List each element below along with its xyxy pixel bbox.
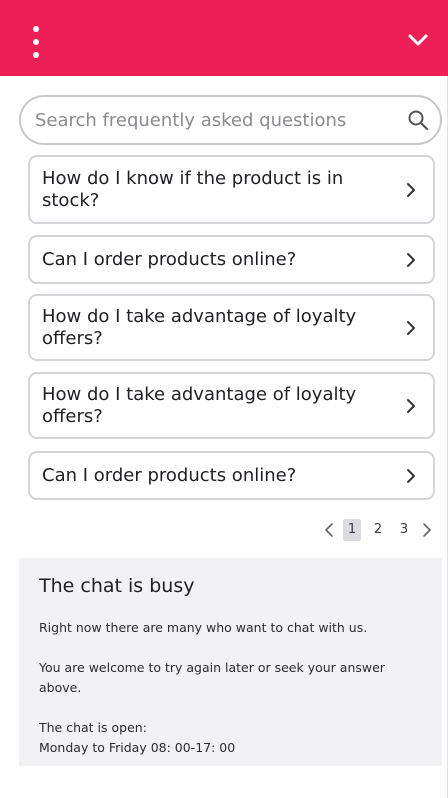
chat-hours-label: The chat is open: bbox=[39, 720, 147, 735]
chevron-right-icon bbox=[407, 468, 415, 483]
faq-question: How do I take advantage of loyalty offer… bbox=[42, 305, 357, 349]
faq-question: Can I order products online? bbox=[42, 248, 297, 270]
more-menu-button[interactable] bbox=[22, 24, 50, 60]
more-vertical-icon-dot bbox=[33, 52, 39, 58]
chat-status-message: Right now there are many who want to cha… bbox=[39, 620, 368, 635]
page-1[interactable]: 1 bbox=[343, 519, 361, 541]
chat-status-title: The chat is busy bbox=[39, 575, 195, 597]
chevron-left-icon[interactable] bbox=[323, 521, 335, 539]
page-3[interactable]: 3 bbox=[395, 519, 413, 541]
chevron-right-icon bbox=[407, 398, 415, 413]
faq-item[interactable]: How do I take advantage of loyalty offer… bbox=[28, 372, 435, 439]
pagination: 1 2 3 bbox=[323, 516, 433, 544]
chevron-right-icon bbox=[407, 320, 415, 335]
search-icon[interactable] bbox=[406, 108, 430, 132]
chevron-right-icon[interactable] bbox=[421, 521, 433, 539]
faq-item[interactable]: Can I order products online? bbox=[28, 235, 435, 284]
more-vertical-icon-dot bbox=[33, 39, 39, 45]
faq-item[interactable]: How do I know if the product is in stock… bbox=[28, 155, 435, 224]
widget-header bbox=[0, 0, 448, 76]
chevron-right-icon bbox=[407, 252, 415, 267]
faq-question: Can I order products online? bbox=[42, 464, 297, 486]
faq-question: How do I take advantage of loyalty offer… bbox=[42, 383, 357, 427]
search-input[interactable] bbox=[35, 97, 395, 143]
more-vertical-icon bbox=[33, 26, 39, 32]
chat-widget: How do I know if the product is in stock… bbox=[0, 0, 448, 798]
search-box bbox=[19, 95, 442, 145]
page-2[interactable]: 2 bbox=[369, 519, 387, 541]
chat-hours: Monday to Friday 08: 00-17: 00 bbox=[39, 740, 236, 755]
chevron-right-icon bbox=[407, 182, 415, 197]
chat-status-advice: You are welcome to try again later or se… bbox=[39, 660, 385, 695]
faq-question: How do I know if the product is in stock… bbox=[42, 167, 344, 211]
faq-item[interactable]: How do I take advantage of loyalty offer… bbox=[28, 294, 435, 361]
collapse-button[interactable] bbox=[402, 24, 434, 56]
chat-busy-panel: The chat is busy Right now there are man… bbox=[19, 558, 442, 766]
chevron-down-icon bbox=[408, 34, 428, 46]
faq-item[interactable]: Can I order products online? bbox=[28, 451, 435, 500]
